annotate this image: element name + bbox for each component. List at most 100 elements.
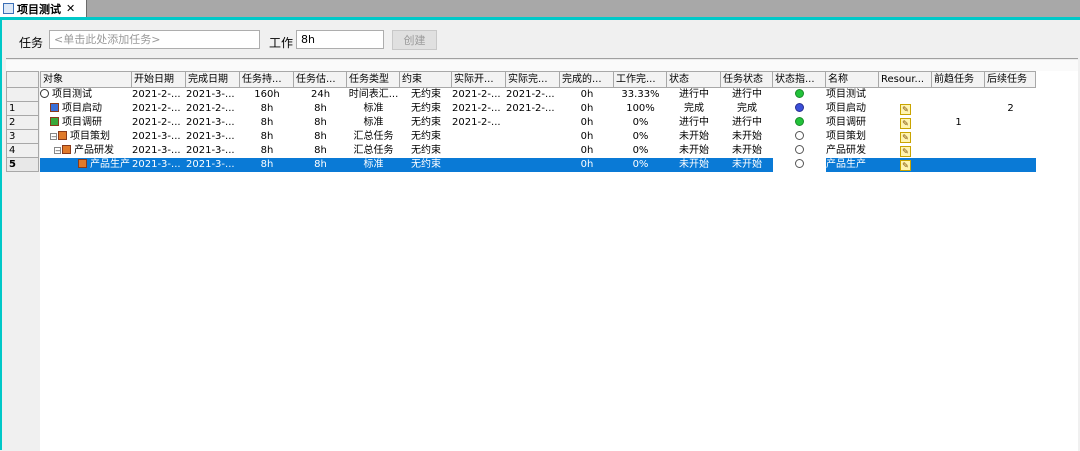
column-header[interactable]: 任务状态	[721, 71, 773, 88]
table-cell-start: 2021-3-...	[132, 158, 186, 172]
table-row[interactable]: 项目测试 2021-2-... 2021-3-... 160h 24h 时间表汇... 无约…	[40, 88, 1036, 102]
cell-value: 0%	[632, 159, 649, 170]
column-header[interactable]: 任务类型	[347, 71, 400, 88]
row-number[interactable]: 1	[6, 102, 39, 116]
close-icon[interactable]: ✕	[66, 2, 75, 15]
cell-value: 8h	[314, 103, 327, 114]
task-input[interactable]	[49, 30, 260, 49]
table-cell-duration: 8h	[240, 130, 294, 144]
table-cell-label-name: 产品研发	[826, 144, 879, 158]
column-header[interactable]: 对象	[40, 71, 132, 88]
table-cell-done: 0h	[560, 130, 614, 144]
edit-resource-icon[interactable]: ✎	[900, 132, 911, 143]
table-cell-label-name: 项目启动	[826, 102, 879, 116]
table-cell-estimate: 8h	[294, 158, 347, 172]
collapse-icon[interactable]: −	[54, 147, 61, 155]
cell-value: 进行中	[732, 117, 762, 128]
column-header[interactable]: 状态	[667, 71, 721, 88]
cell-value: 2021-3-...	[132, 145, 181, 156]
column-header[interactable]: 状态指...	[773, 71, 826, 88]
table-row[interactable]: 项目调研 2021-2-... 2021-3-... 8h 8h 标准 无约束 2021-2-…	[40, 116, 1036, 130]
cell-value: 8h	[260, 103, 274, 114]
table-cell-task-status: 未开始	[721, 158, 773, 172]
table-cell-done: 0h	[560, 102, 614, 116]
table-cell-name[interactable]: 项目启动	[40, 102, 132, 116]
table-cell-constraint: 无约束	[400, 158, 452, 172]
column-header[interactable]: 完成日期	[186, 71, 240, 88]
table-cell-type: 时间表汇...	[347, 88, 400, 102]
cell-value: 0h	[580, 89, 594, 100]
cell-value: 8h	[260, 145, 274, 156]
task-form: 任务 工作 创建	[2, 30, 1072, 52]
row-number[interactable]: 3	[6, 130, 39, 144]
cell-value: 0%	[632, 131, 649, 142]
column-header[interactable]: 前趋任务	[932, 71, 985, 88]
table-cell-duration: 8h	[240, 116, 294, 130]
table-cell-name[interactable]: − 产品研发	[40, 144, 132, 158]
table-cell-actual-start	[452, 158, 506, 172]
column-header[interactable]: 实际开...	[452, 71, 506, 88]
task-grid: 12345 对象 开始日期 完成日期 任务持... 任务估... 任务类型 约束 实际开...…	[6, 58, 1078, 451]
table-cell-constraint: 无约束	[400, 130, 452, 144]
table-cell-duration: 8h	[240, 144, 294, 158]
row-number[interactable]	[6, 88, 39, 102]
table-row[interactable]: − 项目策划 2021-3-... 2021-3-... 8h 8h 汇总任务 无约束 0h 0%…	[40, 130, 1036, 144]
column-header[interactable]: 实际完...	[506, 71, 560, 88]
column-header[interactable]: 工作完...	[614, 71, 667, 88]
table-row[interactable]: − 产品研发 2021-3-... 2021-3-... 8h 8h 汇总任务 无约束 0h 0%…	[40, 144, 1036, 158]
cell-value: 33.33%	[621, 89, 660, 100]
cell-value: 2021-2-...	[186, 103, 235, 114]
tab-project[interactable]: 项目测试 ✕	[0, 0, 87, 17]
cell-value: 1	[955, 117, 962, 128]
table-cell-actual-finish	[506, 116, 560, 130]
task-name: 产品研发	[74, 145, 114, 156]
table-cell-pred	[932, 144, 985, 158]
edit-resource-icon[interactable]: ✎	[900, 104, 911, 115]
column-header[interactable]: 完成的...	[560, 71, 614, 88]
task-name: 产品生产	[90, 159, 130, 170]
table-row[interactable]: 产品生产 2021-3-... 2021-3-... 8h 8h 标准 无约束 0h 0% 未开始…	[40, 158, 1036, 172]
table-cell-name[interactable]: − 项目策划	[40, 130, 132, 144]
column-header[interactable]: 开始日期	[132, 71, 186, 88]
table-cell-succ	[985, 144, 1036, 158]
table-cell-finish: 2021-3-...	[186, 158, 240, 172]
table-cell-pred	[932, 88, 985, 102]
column-header[interactable]: 名称	[826, 71, 879, 88]
cell-value: 2021-2-...	[132, 117, 181, 128]
column-header[interactable]: 后续任务	[985, 71, 1036, 88]
edit-resource-icon[interactable]: ✎	[900, 160, 911, 171]
column-header[interactable]: Resour...	[879, 71, 932, 88]
cell-value: 无约束	[411, 131, 441, 142]
edit-resource-icon[interactable]: ✎	[900, 146, 911, 157]
row-number[interactable]: 5	[6, 158, 39, 172]
create-button[interactable]: 创建	[392, 30, 437, 50]
table-cell-duration: 160h	[240, 88, 294, 102]
cell-value: 无约束	[411, 89, 441, 100]
table-row[interactable]: 项目启动 2021-2-... 2021-2-... 8h 8h 标准 无约束 2021-2-…	[40, 102, 1036, 116]
task-name: 项目启动	[62, 103, 102, 114]
edit-resource-icon[interactable]: ✎	[900, 118, 911, 129]
row-number[interactable]: 4	[6, 144, 39, 158]
table-cell-actual-start	[452, 130, 506, 144]
table-cell-indicator	[773, 88, 826, 102]
cell-value: 标准	[363, 117, 384, 128]
cell-value: 无约束	[411, 145, 441, 156]
table-cell-pred: 1	[932, 116, 985, 130]
cell-value: 2021-2-...	[506, 103, 555, 114]
column-header[interactable]: 任务持...	[240, 71, 294, 88]
cell-value: 100%	[626, 103, 655, 114]
table-cell-name[interactable]: 项目调研	[40, 116, 132, 130]
status-indicator-icon	[795, 131, 804, 140]
column-header[interactable]: 约束	[400, 71, 452, 88]
column-header[interactable]: 任务估...	[294, 71, 347, 88]
cell-value: 汇总任务	[353, 131, 394, 142]
cell-value: 完成	[737, 103, 757, 114]
work-input[interactable]	[296, 30, 384, 49]
table-cell-name[interactable]: 产品生产	[40, 158, 132, 172]
table-cell-task-status: 未开始	[721, 144, 773, 158]
row-number[interactable]: 2	[6, 116, 39, 130]
cell-value: 2021-2-...	[132, 89, 181, 100]
table-cell-name[interactable]: 项目测试	[40, 88, 132, 102]
collapse-icon[interactable]: −	[50, 133, 57, 141]
cell-value: 2021-2-...	[452, 103, 501, 114]
